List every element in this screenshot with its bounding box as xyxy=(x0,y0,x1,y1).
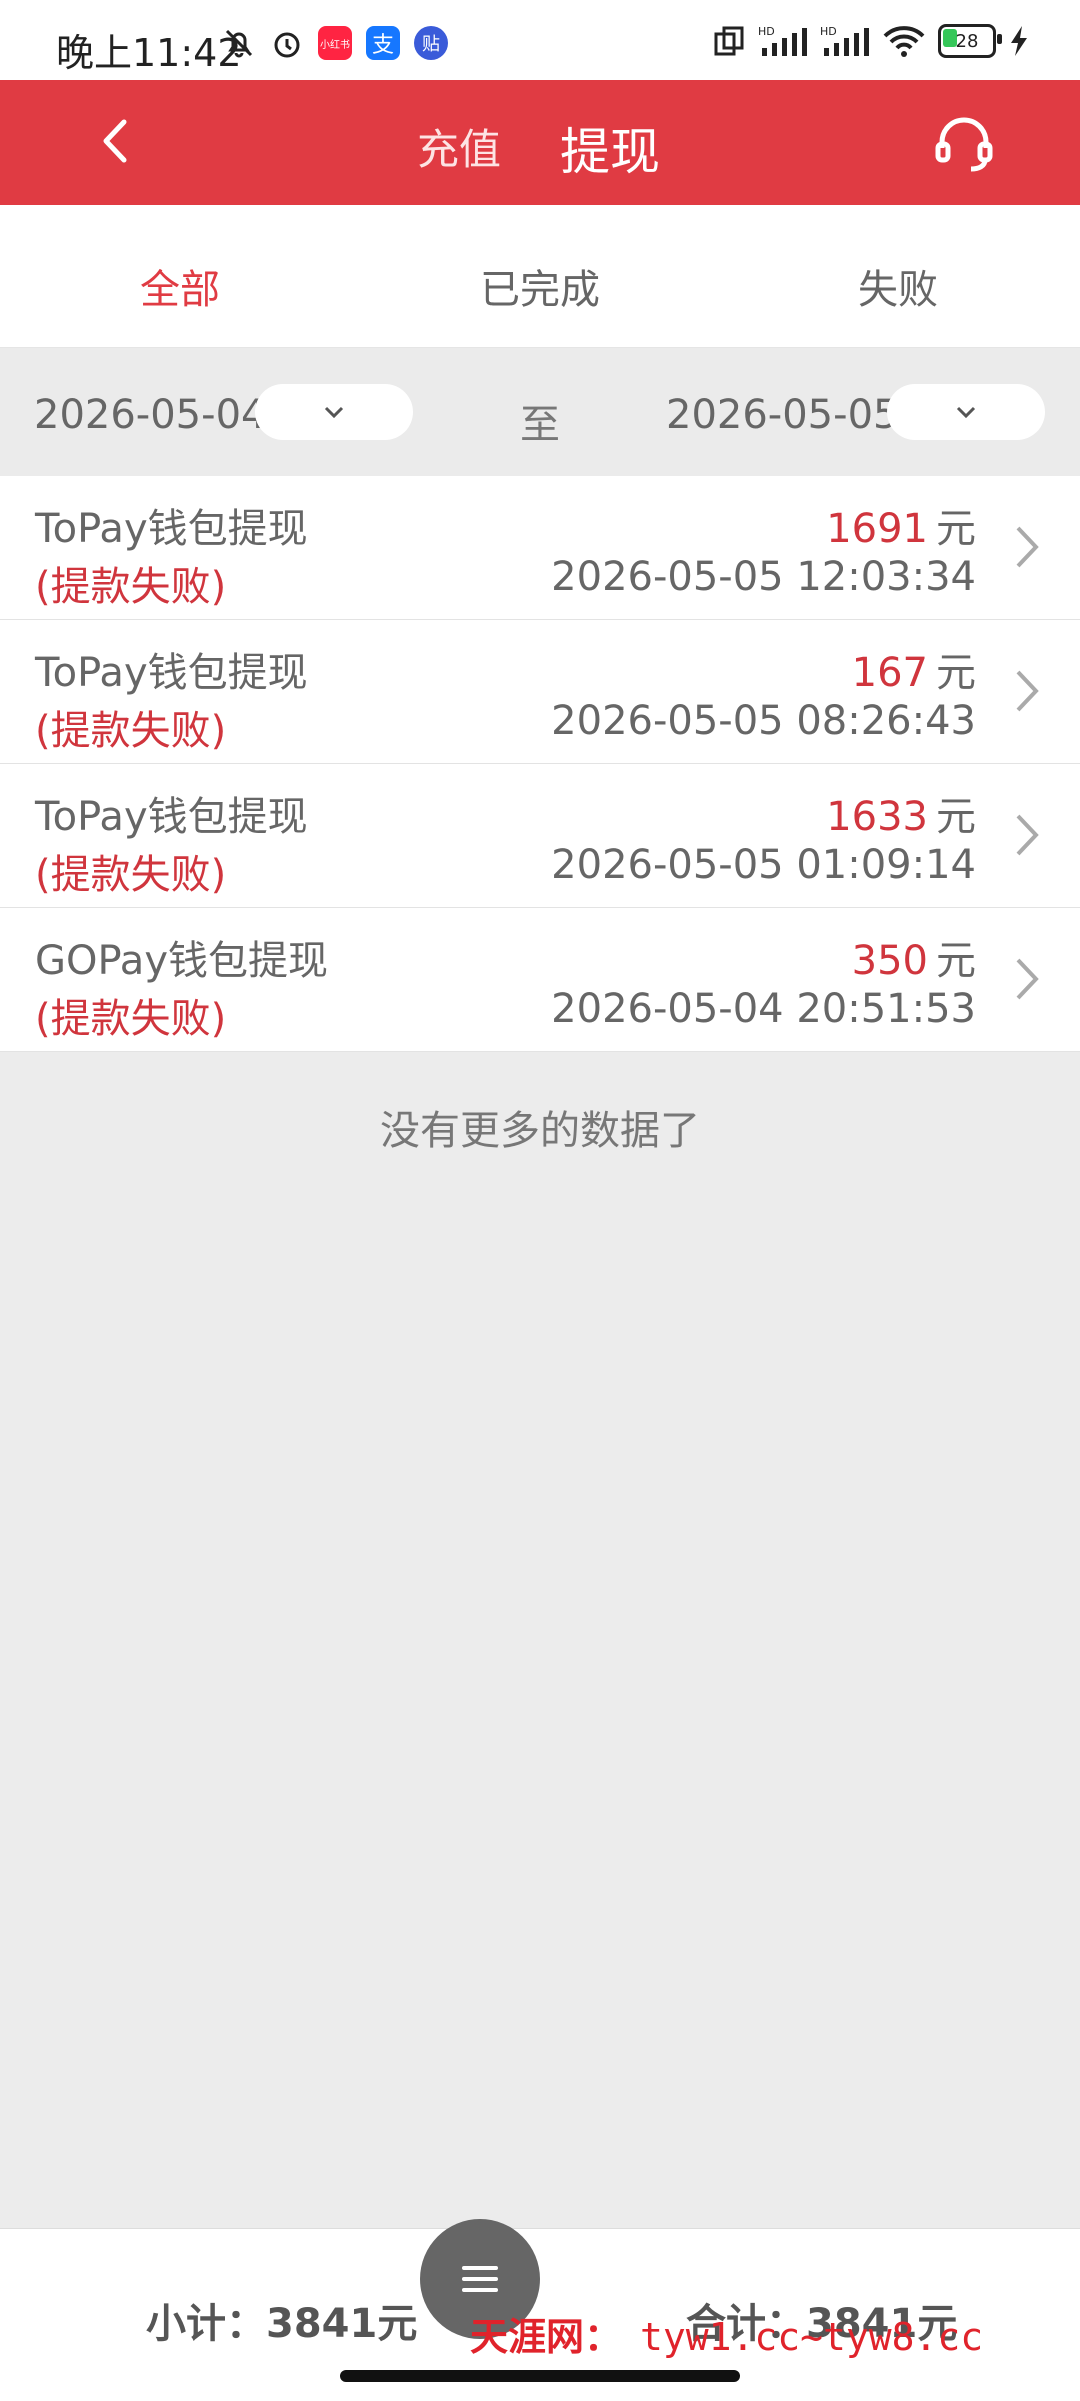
record-amount: 1691 元 xyxy=(826,506,976,552)
back-button[interactable] xyxy=(92,116,142,166)
battery-icon: 28 xyxy=(938,24,1002,58)
subtotal-text: 小计：3841元 xyxy=(146,2301,418,2347)
record-amount: 167 元 xyxy=(851,650,976,696)
record-amount: 350 元 xyxy=(851,938,976,984)
chevron-down-icon xyxy=(956,406,976,419)
svg-text:HD: HD xyxy=(758,25,775,38)
wifi-icon xyxy=(882,24,926,58)
record-title: ToPay钱包提现 xyxy=(35,794,308,840)
alipay-app-icon: 支 xyxy=(366,26,400,60)
charging-bolt-icon xyxy=(1008,24,1030,58)
tab-all[interactable]: 全部 xyxy=(140,257,220,315)
alarm-icon xyxy=(270,26,304,60)
chevron-right-icon xyxy=(1016,670,1039,712)
watermark-domain: tyw1.cc~tyw8.cc xyxy=(640,2315,984,2359)
date-filter-bar: 2026-05-04 至 2026-05-05 xyxy=(0,348,1080,476)
tab-failed[interactable]: 失败 xyxy=(858,257,938,315)
record-time: 2026-05-04 20:51:53 xyxy=(551,986,976,1032)
record-unit: 元 xyxy=(936,650,976,696)
date-separator: 至 xyxy=(520,402,560,448)
status-bar: 晚上11:42 小红书 支 贴 HD HD 28 xyxy=(0,0,1080,80)
record-amount: 1633 元 xyxy=(826,794,976,840)
record-unit: 元 xyxy=(936,938,976,984)
signal-hd-2-icon: HD xyxy=(820,24,870,58)
watermark-brand: 天涯网： xyxy=(470,2315,623,2359)
top-header: 充值 提现 xyxy=(0,80,1080,205)
status-time: 晚上11:42 xyxy=(56,31,242,75)
record-unit: 元 xyxy=(936,506,976,552)
filter-tabs: 全部 已完成 失败 xyxy=(0,205,1080,348)
record-time: 2026-05-05 12:03:34 xyxy=(551,554,976,600)
withdraw-record-list: ToPay钱包提现 (提款失败) 1691 元 2026-05-05 12:03:… xyxy=(0,476,1080,1052)
list-item[interactable]: ToPay钱包提现 (提款失败) 1633 元 2026-05-05 01:09:… xyxy=(0,764,1080,908)
signal-hd-1-icon: HD xyxy=(758,24,808,58)
record-status: (提款失败) xyxy=(35,564,227,610)
record-status: (提款失败) xyxy=(35,852,227,898)
record-time: 2026-05-05 01:09:14 xyxy=(551,842,976,888)
mute-bell-icon xyxy=(222,26,256,60)
menu-icon xyxy=(462,2266,498,2292)
record-time: 2026-05-05 08:26:43 xyxy=(551,698,976,744)
chevron-down-icon xyxy=(324,406,344,419)
home-indicator[interactable] xyxy=(340,2370,740,2382)
screen-rotate-icon xyxy=(712,24,746,58)
status-icons-left: 小红书 支 贴 xyxy=(222,26,448,60)
watermark: 天涯网： tyw1.cc~tyw8.cc xyxy=(470,2306,983,2361)
tab-withdraw[interactable]: 提现 xyxy=(560,112,660,184)
list-item[interactable]: ToPay钱包提现 (提款失败) 1691 元 2026-05-05 12:03:… xyxy=(0,476,1080,620)
record-title: ToPay钱包提现 xyxy=(35,650,308,696)
customer-service-button[interactable] xyxy=(932,112,996,176)
record-status: (提款失败) xyxy=(35,996,227,1042)
record-status: (提款失败) xyxy=(35,708,227,754)
record-unit: 元 xyxy=(936,794,976,840)
status-icons-right: HD HD 28 xyxy=(712,24,1030,58)
list-item[interactable]: ToPay钱包提现 (提款失败) 167 元 2026-05-05 08:26:4… xyxy=(0,620,1080,764)
xiaohongshu-app-icon: 小红书 xyxy=(318,26,352,60)
record-title: GOPay钱包提现 xyxy=(35,938,328,984)
tab-completed[interactable]: 已完成 xyxy=(480,257,600,315)
end-date-dropdown[interactable] xyxy=(887,384,1045,440)
no-more-data-text: 没有更多的数据了 xyxy=(380,1108,700,1154)
svg-text:HD: HD xyxy=(820,25,837,38)
record-title: ToPay钱包提现 xyxy=(35,506,308,552)
tab-recharge[interactable]: 充值 xyxy=(417,116,501,177)
list-item[interactable]: GOPay钱包提现 (提款失败) 350 元 2026-05-04 20:51:5… xyxy=(0,908,1080,1052)
headset-icon xyxy=(935,117,993,172)
tieba-app-icon: 贴 xyxy=(414,26,448,60)
end-date-value: 2026-05-05 xyxy=(666,392,899,438)
chevron-right-icon xyxy=(1016,814,1039,856)
start-date-value: 2026-05-04 xyxy=(34,392,267,438)
chevron-left-icon xyxy=(103,119,127,163)
chevron-right-icon xyxy=(1016,526,1039,568)
start-date-dropdown[interactable] xyxy=(255,384,413,440)
chevron-right-icon xyxy=(1016,958,1039,1000)
